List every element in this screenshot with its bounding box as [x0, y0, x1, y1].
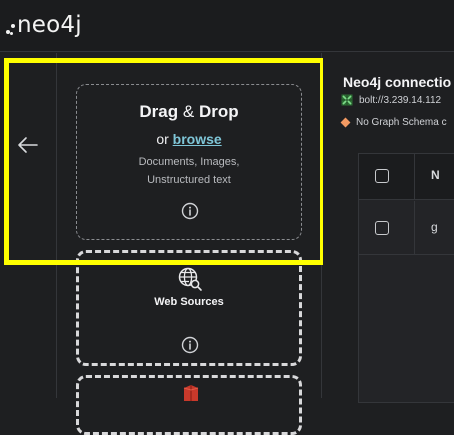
column-divider — [414, 154, 415, 199]
neo4j-logo: neo4j — [6, 12, 82, 38]
row-cell: g — [431, 220, 438, 234]
schema-status: No Graph Schema c — [340, 117, 447, 128]
web-sources-title: Web Sources — [154, 296, 224, 308]
drop-or-line: or browse — [156, 131, 222, 147]
logo-text: neo4j — [17, 12, 82, 38]
row-checkbox[interactable] — [375, 221, 389, 235]
globe-search-icon — [177, 266, 203, 292]
info-icon[interactable] — [181, 336, 199, 354]
drop-title: Drag & Drop — [139, 102, 239, 121]
main-content: Neo4j connectio bolt://3.239.14.112 No G… — [323, 53, 454, 403]
column-header[interactable]: N — [431, 168, 440, 182]
database-icon — [341, 94, 353, 106]
column-divider — [414, 201, 415, 254]
files-table: N g — [358, 153, 454, 403]
s3-bucket-icon — [182, 385, 200, 401]
table-header: N — [359, 154, 454, 200]
web-sources-card[interactable]: Web Sources — [76, 250, 302, 366]
table-row[interactable]: g — [359, 201, 454, 255]
back-arrow-icon[interactable] — [16, 133, 40, 157]
connection-url: bolt://3.239.14.112 — [341, 94, 441, 106]
drop-description: Documents, Images, Unstructured text — [138, 156, 240, 186]
browse-link[interactable]: browse — [173, 131, 222, 147]
info-icon[interactable] — [181, 202, 199, 220]
status-diamond-icon — [340, 117, 351, 128]
logo-graph-icon — [6, 13, 16, 37]
select-all-checkbox[interactable] — [375, 169, 389, 183]
left-rail — [0, 53, 57, 398]
s3-source-card[interactable] — [76, 375, 302, 435]
top-bar: neo4j — [0, 0, 454, 52]
connection-title: Neo4j connectio — [343, 74, 452, 90]
drag-drop-card[interactable]: Drag & Drop or browse Documents, Images,… — [76, 84, 302, 240]
